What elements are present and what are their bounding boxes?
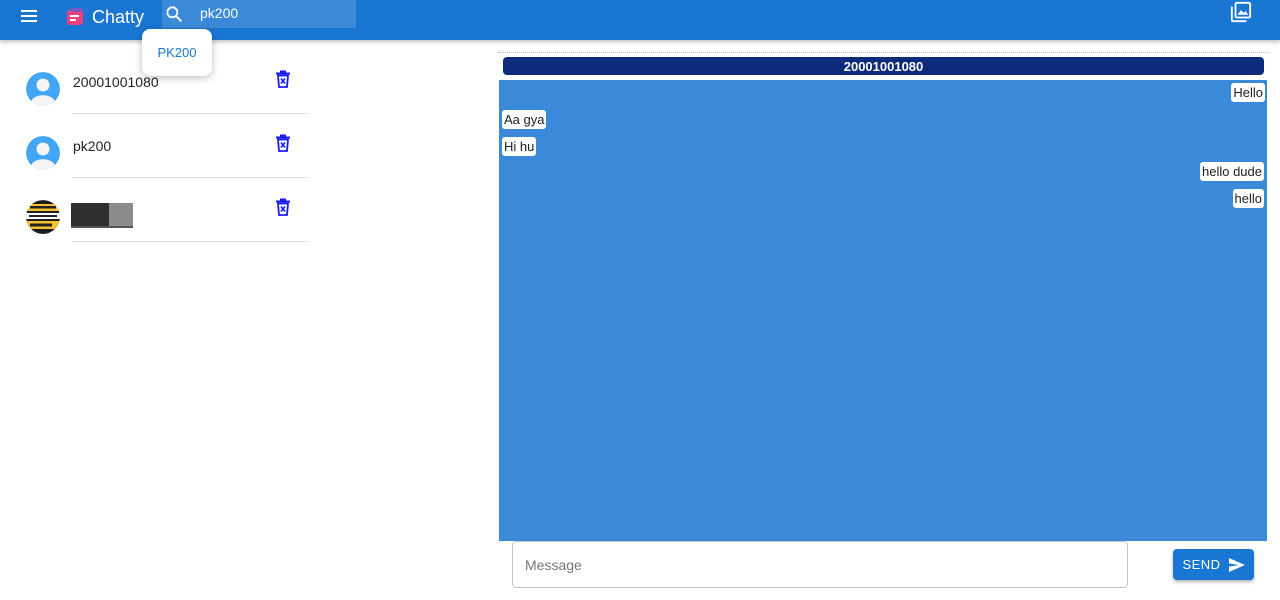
message-input[interactable] (523, 542, 1113, 587)
message-bubble-sent: hello (1232, 189, 1264, 208)
message-bubble-sent: hello dude (1200, 162, 1264, 181)
app-name: Chatty (92, 6, 145, 27)
photo-library-icon[interactable] (1230, 1, 1252, 23)
profile-photo-avatar (26, 200, 60, 234)
default-avatar-icon (26, 136, 60, 170)
search-suggestion-label: PK200 (157, 45, 197, 60)
message-composer (512, 541, 1128, 588)
chat-title: 20001001080 (843, 58, 924, 74)
chat-logo-icon (67, 8, 83, 25)
default-avatar-icon (26, 72, 60, 106)
contact-item[interactable]: pk200 (22, 114, 307, 178)
message-bubble-sent: Hello (1231, 83, 1265, 102)
search-box (162, 0, 356, 28)
delete-forever-icon[interactable] (275, 198, 291, 216)
send-icon (1228, 557, 1245, 572)
menu-icon[interactable] (16, 4, 44, 28)
send-button[interactable]: SEND (1173, 549, 1254, 580)
search-icon (166, 6, 182, 22)
app-brand[interactable]: Chatty (66, 4, 144, 30)
delete-forever-icon[interactable] (275, 134, 291, 152)
message-bubble-received: Hi hu (502, 137, 537, 156)
contact-item[interactable] (22, 178, 307, 242)
delete-forever-icon[interactable] (275, 70, 291, 88)
message-area[interactable]: Hello Aa gya Hi hu hello dude hello (499, 80, 1267, 541)
search-input[interactable] (200, 0, 350, 26)
search-suggestion-item[interactable]: PK200 (142, 29, 212, 76)
send-button-label: SEND (1182, 557, 1221, 572)
chat-title-bar: 20001001080 (503, 57, 1264, 75)
message-bubble-received: Aa gya (502, 110, 547, 129)
contact-name: 20001001080 (73, 74, 159, 90)
contact-name: pk200 (73, 138, 112, 154)
redacted-contact-name (71, 203, 133, 228)
list-divider (72, 241, 307, 242)
